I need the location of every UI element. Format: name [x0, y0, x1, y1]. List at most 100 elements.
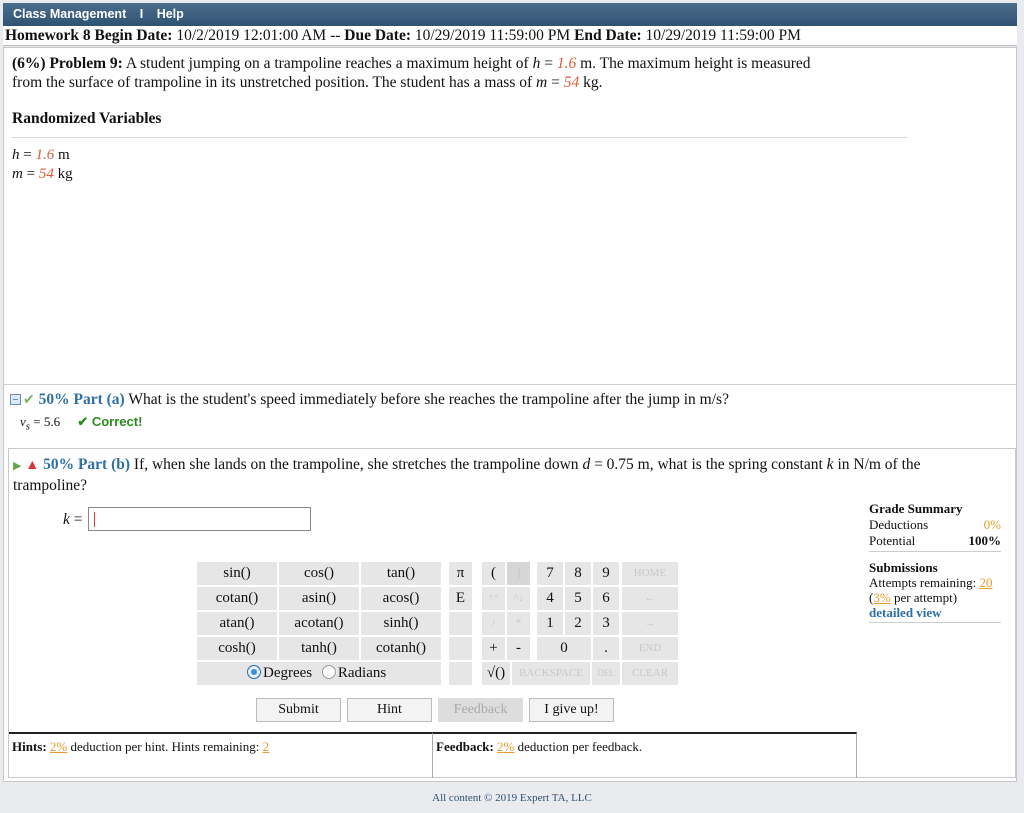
hint-button[interactable]: Hint: [347, 698, 432, 722]
feedback-button[interactable]: Feedback: [438, 698, 523, 722]
digit-5-button[interactable]: 5: [564, 586, 592, 611]
end-button[interactable]: END: [621, 636, 679, 661]
left-arrow-button[interactable]: ←: [621, 586, 679, 611]
top-nav-bar: Class Management I Help: [3, 3, 1017, 26]
checkmark-icon: ✔: [23, 393, 35, 408]
sin-button[interactable]: sin(): [196, 561, 278, 586]
expand-arrow-icon[interactable]: ▶: [13, 460, 21, 472]
part-b-question-2: in N/m of the: [837, 456, 921, 473]
tanh-button[interactable]: tanh(): [278, 636, 360, 661]
deductions-label: Deductions: [869, 517, 929, 532]
part-b-percent: 50%: [43, 456, 75, 473]
backspace-button[interactable]: BACKSPACE: [511, 661, 591, 686]
part-a-label[interactable]: Part (a): [73, 391, 124, 408]
clear-button[interactable]: CLEAR: [621, 661, 679, 686]
blank-key: [448, 611, 473, 636]
sinh-button[interactable]: sinh(): [360, 611, 442, 636]
nav-separator: I: [139, 7, 144, 21]
digit-4-button[interactable]: 4: [536, 586, 564, 611]
answer-value: = 5.6: [33, 414, 61, 429]
right-arrow-button[interactable]: →: [621, 611, 679, 636]
minus-button[interactable]: -: [506, 636, 531, 661]
problem-weight: (6%): [12, 55, 46, 72]
end-date-value: 10/29/2019 11:59:00 PM: [645, 27, 801, 44]
d-value: = 0.75 m, what is the spring constant: [594, 456, 823, 473]
divider: [869, 622, 1001, 623]
collapse-icon[interactable]: [10, 394, 21, 405]
grade-summary: Grade Summary Deductions 0% Potential 10…: [869, 501, 1001, 552]
m-unit: kg.: [583, 74, 603, 91]
acos-button[interactable]: acos(): [360, 586, 442, 611]
per-attempt-row: (3% per attempt): [869, 590, 1001, 605]
hints-box: Hints: 2% deduction per hint. Hints rema…: [9, 732, 433, 778]
part-b-header: ▶ ▲ 50% Part (b) If, when she lands on t…: [13, 455, 1003, 495]
down-button[interactable]: ^↓: [506, 586, 531, 611]
tan-button[interactable]: tan(): [360, 561, 442, 586]
pi-button[interactable]: π: [448, 561, 473, 586]
detailed-view-link[interactable]: detailed view: [869, 605, 1001, 620]
home-button[interactable]: HOME: [621, 561, 679, 586]
part-b-section: ▶ ▲ 50% Part (b) If, when she lands on t…: [8, 448, 1016, 778]
sqrt-button[interactable]: √(): [481, 661, 511, 686]
cosh-button[interactable]: cosh(): [196, 636, 278, 661]
asin-button[interactable]: asin(): [278, 586, 360, 611]
submissions-title: Submissions: [869, 560, 938, 575]
randomized-m: m = 54 kg: [12, 166, 73, 183]
part-b-label[interactable]: Part (b): [78, 456, 130, 473]
close-paren-button[interactable]: ): [506, 561, 531, 586]
submit-button[interactable]: Submit: [256, 698, 341, 722]
give-up-button[interactable]: I give up!: [529, 698, 614, 722]
divide-button[interactable]: /: [481, 611, 506, 636]
d-symbol: d: [582, 456, 591, 473]
problem-label: Problem 9:: [49, 55, 123, 72]
randomized-variables-title: Randomized Variables: [12, 110, 162, 127]
atan-button[interactable]: atan(): [196, 611, 278, 636]
acotan-button[interactable]: acotan(): [278, 611, 360, 636]
open-paren-button[interactable]: (: [481, 561, 506, 586]
part-a-answer: vs = 5.6 ✔ Correct!: [20, 414, 142, 433]
problem-panel: (6%) Problem 9: A student jumping on a t…: [3, 47, 1017, 782]
decimal-button[interactable]: .: [592, 636, 620, 661]
cotan-button[interactable]: cotan(): [196, 586, 278, 611]
hints-text: deduction per hint. Hints remaining:: [70, 739, 260, 754]
digit-0-button[interactable]: 0: [536, 636, 592, 661]
hints-label: Hints:: [12, 739, 47, 754]
digit-2-button[interactable]: 2: [564, 611, 592, 636]
part-a-question: What is the student's speed immediately …: [128, 391, 729, 408]
digit-6-button[interactable]: 6: [592, 586, 620, 611]
h-symbol: h: [532, 55, 541, 72]
digit-8-button[interactable]: 8: [564, 561, 592, 586]
end-date-label: End Date:: [574, 27, 642, 44]
class-management-link[interactable]: Class Management: [13, 7, 126, 21]
help-link[interactable]: Help: [157, 7, 184, 21]
footer-copyright: All content © 2019 Expert TA, LLC: [432, 792, 592, 804]
digit-3-button[interactable]: 3: [592, 611, 620, 636]
del-button[interactable]: DEL: [591, 661, 621, 686]
cotanh-button[interactable]: cotanh(): [360, 636, 442, 661]
warning-icon: ▲: [25, 458, 40, 473]
up-button[interactable]: ↑^: [481, 586, 506, 611]
digit-1-button[interactable]: 1: [536, 611, 564, 636]
degrees-label: Degrees: [263, 665, 313, 681]
due-date-label: Due Date:: [344, 27, 411, 44]
h-unit-text: m. The maximum height is measured: [580, 55, 811, 72]
degrees-radio[interactable]: [247, 665, 261, 679]
answer-input[interactable]: [88, 507, 311, 531]
plus-button[interactable]: +: [481, 636, 506, 661]
answer-subscript: s: [25, 420, 30, 433]
digit-9-button[interactable]: 9: [592, 561, 620, 586]
feedback-text: deduction per feedback.: [517, 739, 643, 754]
digit-7-button[interactable]: 7: [536, 561, 564, 586]
multiply-button[interactable]: *: [506, 611, 531, 636]
potential-value: 100%: [968, 533, 1002, 548]
due-date-value: 10/29/2019 11:59:00 PM: [414, 27, 571, 44]
cos-button[interactable]: cos(): [278, 561, 360, 586]
m-unit: kg: [57, 166, 73, 182]
e-button[interactable]: E: [448, 586, 473, 611]
radians-radio[interactable]: [321, 665, 336, 679]
eq-sign: =: [23, 147, 32, 163]
attempts-label: Attempts remaining:: [869, 575, 977, 590]
h-symbol: h: [12, 147, 20, 163]
potential-row: Potential 100%: [869, 533, 1001, 549]
begin-date-value: 10/2/2019 12:01:00 AM: [176, 27, 327, 44]
